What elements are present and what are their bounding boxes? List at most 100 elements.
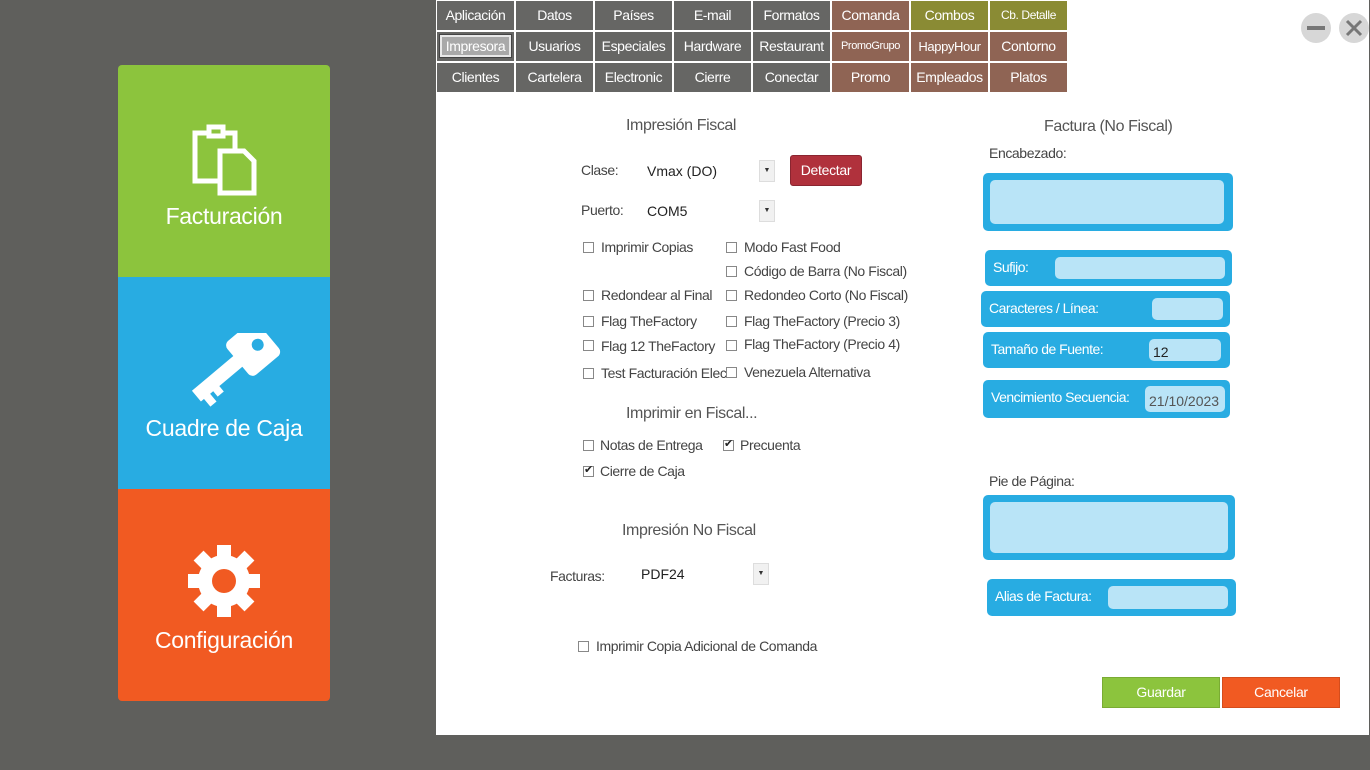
factura-title: Factura (No Fiscal)	[1044, 118, 1173, 135]
copia-adicional-label: Imprimir Copia Adicional de Comanda	[596, 638, 817, 654]
key-icon	[118, 321, 330, 413]
alias-input[interactable]	[1108, 586, 1228, 609]
clase-label: Clase:	[581, 162, 619, 178]
vencimiento-input[interactable]	[1145, 386, 1225, 412]
pie-pagina-box	[983, 495, 1235, 560]
minimize-button[interactable]	[1301, 13, 1331, 43]
sufijo-input[interactable]	[1055, 257, 1225, 279]
tab-promogrupo[interactable]: PromoGrupo	[832, 32, 909, 61]
tab-happyhour[interactable]: HappyHour	[911, 32, 988, 61]
codigo-barra-label: Código de Barra (No Fiscal)	[744, 263, 907, 279]
tamano-fuente-input[interactable]	[1149, 339, 1221, 361]
tab-combos[interactable]: Combos	[911, 1, 988, 30]
tab-impresora[interactable]: Impresora	[437, 32, 514, 61]
puerto-value: COM5	[647, 203, 688, 219]
pie-pagina-input[interactable]	[990, 502, 1228, 553]
cuadre-caja-label: Cuadre de Caja	[145, 415, 303, 441]
sufijo-box: Sufijo:	[985, 250, 1232, 286]
tab-cierre[interactable]: Cierre	[674, 63, 751, 92]
flag-12-thefactory-checkbox[interactable]	[583, 340, 594, 351]
tab-email[interactable]: E-mail	[674, 1, 751, 30]
chevron-down-icon: ▼	[753, 563, 769, 585]
settings-panel: Aplicación Datos Países E-mail Formatos …	[436, 0, 1369, 735]
flag-thefactory-label: Flag TheFactory	[601, 313, 697, 329]
configuracion-tile[interactable]: Configuración	[118, 489, 330, 701]
tab-empleados[interactable]: Empleados	[911, 63, 988, 92]
flag-12-thefactory-label: Flag 12 TheFactory	[601, 338, 715, 354]
close-icon	[1345, 19, 1363, 37]
puerto-select[interactable]: COM5 ▼	[647, 200, 775, 222]
caracteres-input[interactable]	[1152, 298, 1223, 320]
modo-fast-food-checkbox[interactable]	[726, 242, 737, 253]
gear-icon	[118, 545, 330, 625]
flag-thefactory-p4-label: Flag TheFactory (Precio 4)	[744, 336, 900, 352]
tab-restaurant[interactable]: Restaurant	[753, 32, 830, 61]
tab-usuarios[interactable]: Usuarios	[516, 32, 593, 61]
tab-promo[interactable]: Promo	[832, 63, 909, 92]
flag-thefactory-checkbox[interactable]	[583, 316, 594, 327]
tab-formatos[interactable]: Formatos	[753, 1, 830, 30]
tab-cartelera[interactable]: Cartelera	[516, 63, 593, 92]
cierre-caja-label: Cierre de Caja	[600, 463, 685, 479]
redondear-final-label: Redondear al Final	[601, 287, 713, 303]
vencimiento-box: Vencimiento Secuencia:	[983, 380, 1230, 418]
tab-datos[interactable]: Datos	[516, 1, 593, 30]
copia-adicional-checkbox[interactable]	[578, 641, 589, 652]
codigo-barra-checkbox[interactable]	[726, 266, 737, 277]
alias-label: Alias de Factura:	[995, 588, 1092, 604]
redondeo-corto-label: Redondeo Corto (No Fiscal)	[744, 287, 908, 303]
tab-clientes[interactable]: Clientes	[437, 63, 514, 92]
facturacion-tile[interactable]: Facturación	[118, 65, 330, 277]
tab-especiales[interactable]: Especiales	[595, 32, 672, 61]
cuadre-caja-tile[interactable]: Cuadre de Caja	[118, 277, 330, 489]
tab-electronic[interactable]: Electronic	[595, 63, 672, 92]
clipboard-icon	[118, 121, 330, 201]
pie-pagina-label: Pie de Página:	[989, 473, 1075, 489]
encabezado-input[interactable]	[990, 180, 1224, 224]
facturas-select[interactable]: PDF24 ▼	[641, 563, 769, 585]
encabezado-label: Encabezado:	[989, 145, 1067, 161]
tamano-fuente-label: Tamaño de Fuente:	[991, 341, 1104, 357]
tab-hardware[interactable]: Hardware	[674, 32, 751, 61]
tab-conectar[interactable]: Conectar	[753, 63, 830, 92]
notas-entrega-label: Notas de Entrega	[600, 437, 703, 453]
tab-contorno[interactable]: Contorno	[990, 32, 1067, 61]
tab-cb-detalle[interactable]: Cb. Detalle	[990, 1, 1067, 30]
tab-aplicacion[interactable]: Aplicación	[437, 1, 514, 30]
sufijo-label: Sufijo:	[993, 259, 1029, 275]
tab-paises[interactable]: Países	[595, 1, 672, 30]
vencimiento-label: Vencimiento Secuencia:	[991, 389, 1130, 405]
chevron-down-icon: ▼	[759, 200, 775, 222]
tab-comanda[interactable]: Comanda	[832, 1, 909, 30]
cierre-caja-checkbox[interactable]	[583, 463, 594, 477]
facturas-label: Facturas:	[550, 568, 605, 584]
configuracion-label: Configuración	[154, 627, 294, 653]
caracteres-box: Caracteres / Línea:	[981, 291, 1230, 327]
clase-select[interactable]: Vmax (DO) ▼	[647, 160, 775, 182]
redondear-final-checkbox[interactable]	[583, 290, 594, 301]
redondeo-corto-checkbox[interactable]	[726, 290, 737, 301]
notas-entrega-checkbox[interactable]	[583, 440, 594, 451]
imprimir-copias-label: Imprimir Copias	[601, 239, 694, 255]
cancelar-button[interactable]: Cancelar	[1222, 677, 1340, 708]
encabezado-box	[983, 173, 1233, 231]
alias-box: Alias de Factura:	[987, 579, 1236, 616]
precuenta-checkbox[interactable]	[723, 437, 734, 451]
imprimir-copias-checkbox[interactable]	[583, 242, 594, 253]
clase-value: Vmax (DO)	[647, 163, 717, 179]
modo-fast-food-label: Modo Fast Food	[744, 239, 841, 255]
precuenta-label: Precuenta	[740, 437, 801, 453]
close-button[interactable]	[1339, 13, 1369, 43]
venezuela-alt-checkbox[interactable]	[726, 367, 737, 378]
flag-thefactory-p4-checkbox[interactable]	[726, 340, 737, 351]
imprimir-fiscal-title: Imprimir en Fiscal...	[626, 405, 758, 422]
guardar-button[interactable]: Guardar	[1102, 677, 1220, 708]
chevron-down-icon: ▼	[759, 160, 775, 182]
tab-impresora-label: Impresora	[438, 34, 513, 58]
tab-platos[interactable]: Platos	[990, 63, 1067, 92]
test-facturacion-checkbox[interactable]	[583, 368, 594, 379]
minimize-icon	[1307, 26, 1325, 30]
fiscal-title: Impresión Fiscal	[626, 117, 737, 134]
flag-thefactory-p3-checkbox[interactable]	[726, 316, 737, 327]
detectar-button[interactable]: Detectar	[790, 155, 862, 186]
